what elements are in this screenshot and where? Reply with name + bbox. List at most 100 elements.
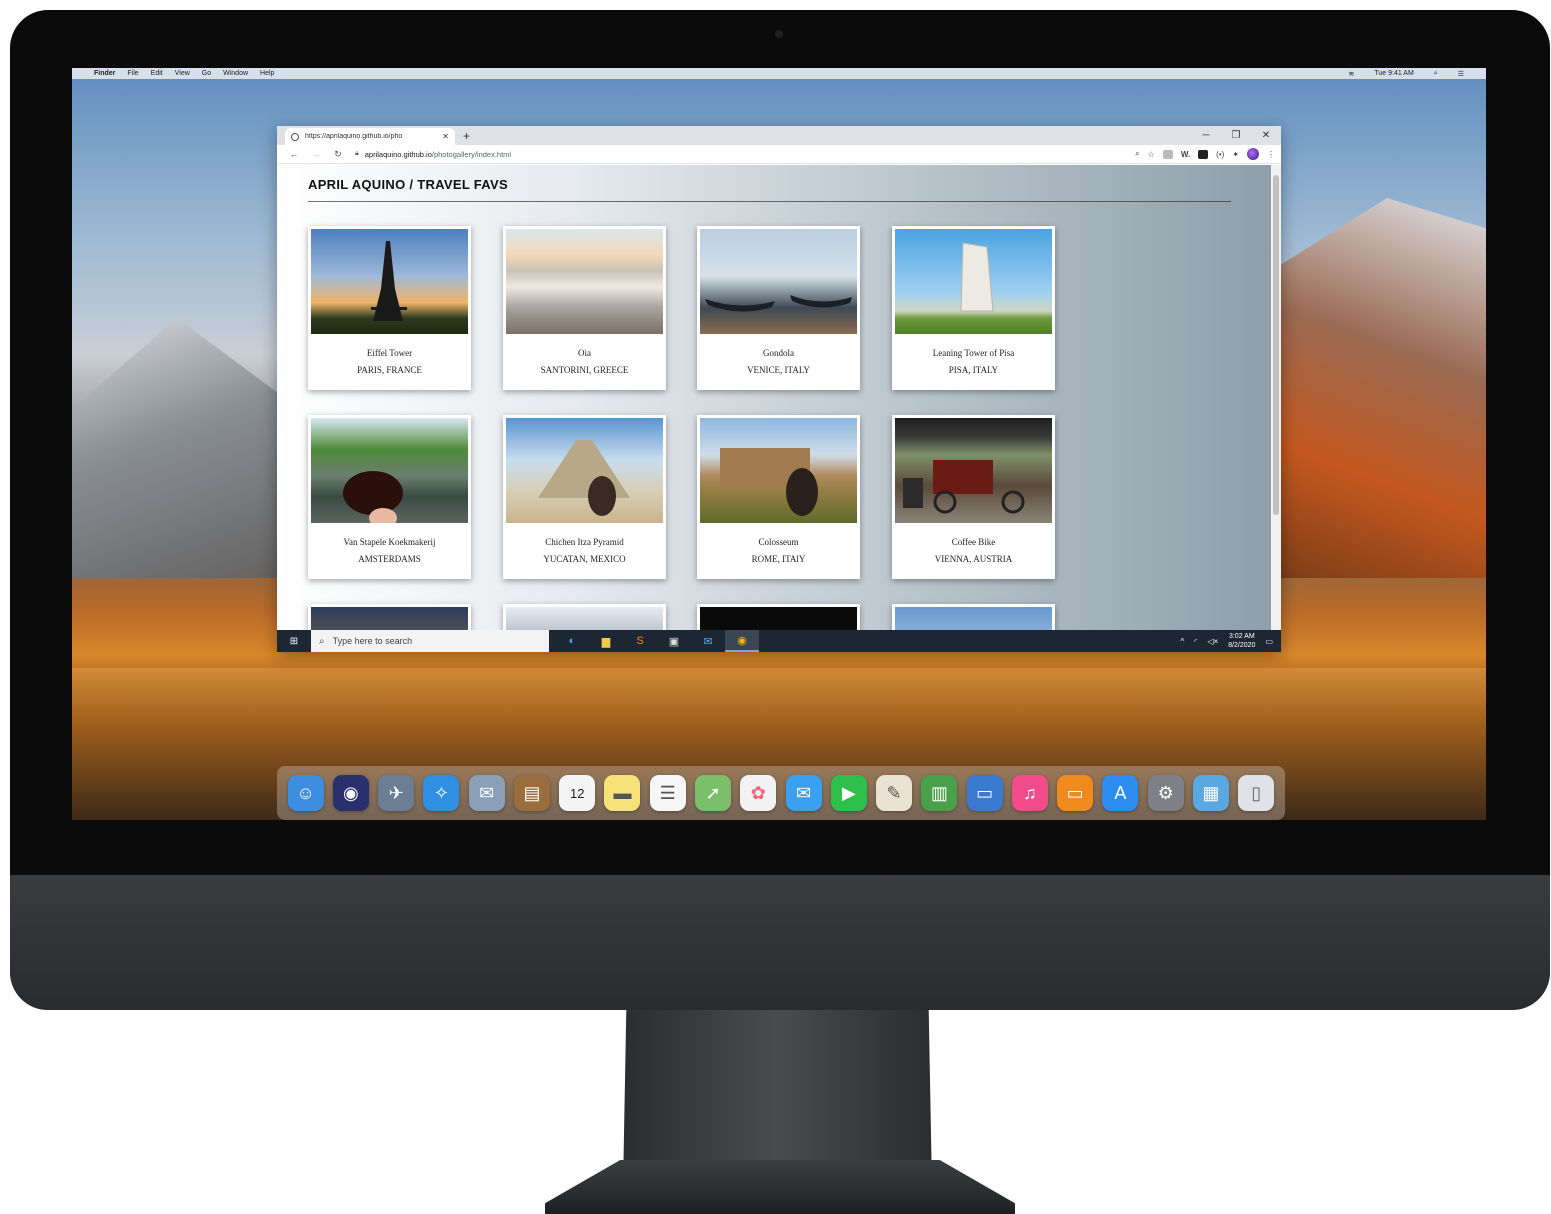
taskbar-clock[interactable]: 3:02 AM 8/2/2020 [1228,632,1255,650]
gallery-photo[interactable] [506,607,663,630]
notifications-icon[interactable]: ▭ [1265,637,1273,646]
tab-close-icon[interactable]: ✕ [442,132,449,141]
lock-icon[interactable]: 🔒︎ [355,150,359,158]
gallery-card[interactable] [892,604,1055,630]
close-window-icon[interactable]: ✕ [1251,126,1281,145]
extension-icon[interactable] [1162,149,1173,159]
gallery-card[interactable]: Van Stapele Koekmakerij AMSTERDAMS [308,415,471,579]
messages-icon[interactable]: ✉ [785,775,822,811]
safari-icon[interactable]: ✧ [423,775,460,811]
photos-icon[interactable]: ✿ [740,775,777,811]
gallery-card[interactable]: Eiffel Tower PARIS, FRANCE [308,226,471,390]
ibooks-icon[interactable]: ▭ [1057,775,1094,811]
calendar-icon[interactable]: 12 [559,775,596,811]
card-place: AMSTERDAMS [358,554,421,564]
extension-w-icon[interactable]: W. [1181,150,1190,159]
new-tab-icon[interactable]: + [463,128,470,145]
taskbar-search[interactable]: ⌕ Type here to search [311,630,549,652]
browser-window: https://aprilaquino.github.io/pho ✕ + ─ … [277,126,1281,652]
broadcast-extension-icon[interactable]: (•) [1216,150,1224,159]
menu-file[interactable]: File [127,70,138,77]
kebab-menu-icon[interactable]: ⋮ [1267,150,1275,159]
gallery-card[interactable] [308,604,471,630]
gallery-card[interactable]: Gondola VENICE, ITALY [697,226,860,390]
page-scrollbar[interactable] [1271,165,1281,630]
edge-icon[interactable]: ◐ [555,630,589,652]
mail-icon[interactable]: ✉ [691,630,725,652]
network-icon[interactable]: ◜ [1194,637,1197,646]
puzzle-extensions-icon[interactable]: ✦ [1232,150,1239,159]
siri-icon[interactable]: ◉ [332,775,369,811]
bookmark-star-icon[interactable]: ☆ [1148,150,1155,159]
pages-icon[interactable]: ✎ [876,775,913,811]
eiffel-tower-photo[interactable] [311,229,468,334]
scrollbar-thumb[interactable] [1273,175,1279,515]
chrome-icon[interactable]: ◉ [725,630,759,652]
gallery-card[interactable]: Leaning Tower of Pisa PISA, ITALY [892,226,1055,390]
volume-icon[interactable]: ◁× [1207,637,1218,646]
gondola-photo[interactable] [700,229,857,334]
wifi-icon[interactable]: ≋ [1348,70,1354,78]
windows-start-icon[interactable]: ⊞ [277,630,311,652]
menu-clock[interactable]: Tue 9:41 AM [1374,70,1413,78]
zoom-icon[interactable]: ⌕ [1135,149,1139,159]
gallery-photo[interactable] [700,607,857,630]
gallery-card[interactable]: Oia SANTORINI, GREECE [503,226,666,390]
gallery-card[interactable]: Chichen Itza Pyramid YUCATAN, MEXICO [503,415,666,579]
gallery-photo[interactable] [311,607,468,630]
menu-view[interactable]: View [175,70,190,77]
mail-stamp-icon[interactable]: ✉ [468,775,505,811]
finder-icon[interactable]: ☺ [287,775,324,811]
menu-window[interactable]: Window [223,70,248,77]
back-icon[interactable]: ← [283,149,305,159]
chevron-up-icon[interactable]: ^ [1180,637,1184,646]
chichen-itza-photo[interactable] [506,418,663,523]
notes-icon[interactable]: ▬ [604,775,641,811]
facetime-icon[interactable]: ▶ [830,775,867,811]
leaning-tower-photo[interactable] [895,229,1052,334]
menu-go[interactable]: Go [202,70,211,77]
downloads-folder-icon[interactable]: ▦ [1192,775,1229,811]
forward-icon[interactable]: → [305,149,327,159]
url-path: /photogallery/index.html [431,149,512,159]
spotlight-icon[interactable]: ⌕ [1434,70,1438,78]
amsterdam-cookie-photo[interactable] [311,418,468,523]
system-preferences-icon[interactable]: ⚙ [1147,775,1184,811]
oia-photo[interactable] [506,229,663,334]
gallery-photo[interactable] [895,607,1052,630]
profile-avatar[interactable] [1247,148,1259,160]
mac-menu-bar: Finder File Edit View Go Window Help ≋ T… [72,68,1486,79]
launchpad-icon[interactable]: ✈ [378,775,415,811]
address-bar[interactable]: 🔒︎ aprilaquino.github.io/photogallery/in… [355,147,1129,161]
menu-help[interactable]: Help [260,70,274,77]
toolbar-extensions: ⌕ ☆ W. (•) ✦ ⋮ [1135,148,1275,160]
file-explorer-icon[interactable]: ▆ [589,630,623,652]
maps-icon[interactable]: ➚ [695,775,732,811]
gallery-card[interactable] [503,604,666,630]
coffee-bike-photo[interactable] [895,418,1052,523]
gallery-card[interactable]: Colosseum ROME, ITAlY [697,415,860,579]
keynote-icon[interactable]: ▭ [966,775,1003,811]
menu-finder[interactable]: Finder [94,70,115,77]
minimize-icon[interactable]: ─ [1191,126,1221,145]
wallpaper-mountain-right [1266,198,1486,578]
itunes-icon[interactable]: ♫ [1011,775,1048,811]
contacts-icon[interactable]: ▤ [513,775,550,811]
search-icon: ⌕ [319,635,325,647]
trash-icon[interactable]: ▯ [1238,775,1275,811]
store-icon[interactable]: ▣ [657,630,691,652]
restore-icon[interactable]: ❐ [1221,126,1251,145]
gallery-card[interactable] [697,604,860,630]
app-store-icon[interactable]: A [1102,775,1139,811]
terminal-extension-icon[interactable] [1198,149,1209,159]
gallery-card[interactable]: Coffee Bike VIENNA, AUSTRIA [892,415,1055,579]
numbers-icon[interactable]: ▥ [921,775,958,811]
reminders-icon[interactable]: ☰ [649,775,686,811]
colosseum-photo[interactable] [700,418,857,523]
browser-tab[interactable]: https://aprilaquino.github.io/pho ✕ [285,128,455,145]
card-name: Coffee Bike [951,537,996,547]
notification-center-icon[interactable]: ☰ [1458,70,1464,78]
sublime-icon[interactable]: S [623,630,657,652]
reload-icon[interactable]: ↻ [327,149,349,160]
menu-edit[interactable]: Edit [151,70,163,77]
